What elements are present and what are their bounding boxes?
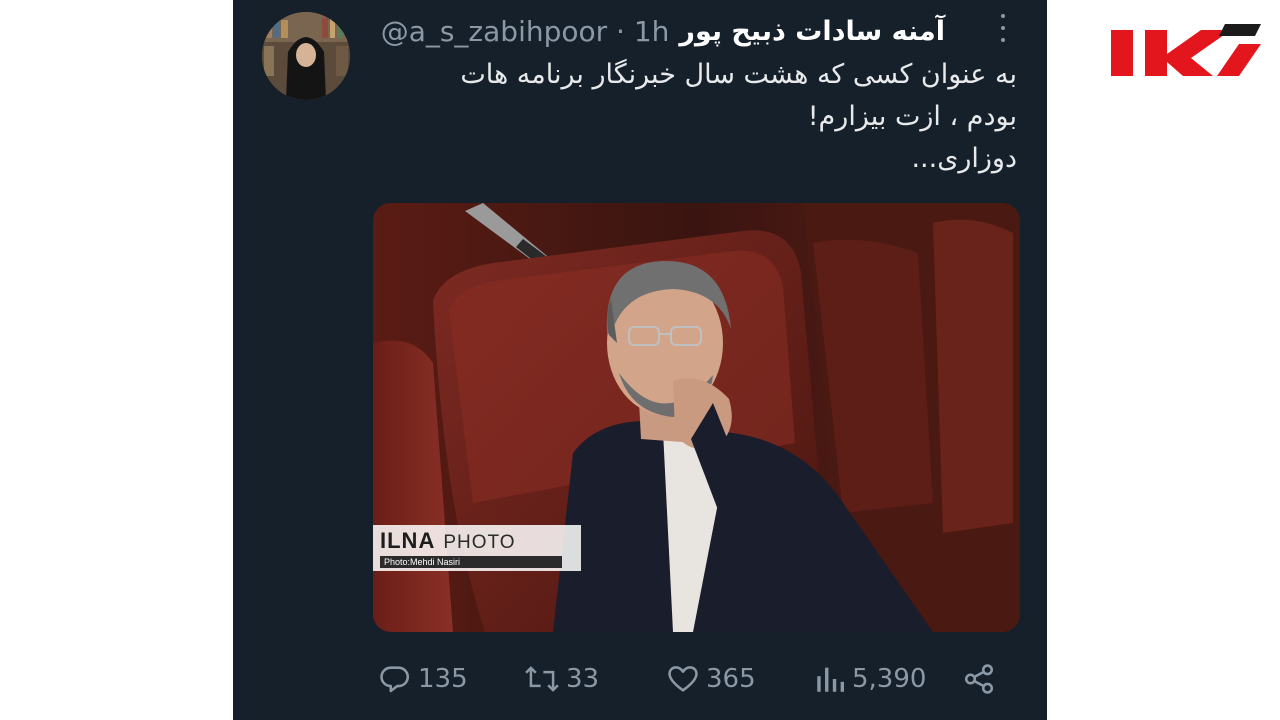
more-dots-icon[interactable]: [995, 14, 1011, 42]
watermark-credit: Photo:Mehdi Nasiri: [380, 556, 562, 568]
heart-icon: [668, 666, 698, 692]
screenshot-canvas: @a_s_zabihpoor · 1h آمنه سادات ذبیح پور …: [0, 0, 1280, 720]
watermark-brand: ILNA: [380, 528, 436, 553]
tweet-text: به عنوان کسی که هشت سال خبرنگار برنامه ه…: [377, 54, 1017, 180]
photo-watermark: ILNA PHOTO Photo:Mehdi Nasiri: [373, 525, 581, 571]
author-name[interactable]: آمنه سادات ذبیح پور: [679, 16, 945, 47]
retweet-icon: [525, 666, 559, 692]
share-button[interactable]: [962, 659, 996, 699]
tweet-text-line: به عنوان کسی که هشت سال خبرنگار برنامه ه…: [460, 59, 1017, 90]
views-bars-icon: [817, 667, 845, 692]
reply-count: 135: [418, 664, 468, 694]
share-icon: [964, 664, 994, 694]
tweet-header: @a_s_zabihpoor · 1h آمنه سادات ذبیح پور: [381, 10, 945, 52]
tweet-text-line: دوزاری...: [911, 143, 1017, 174]
reply-button[interactable]: 135: [378, 659, 468, 699]
views-button[interactable]: 5,390: [814, 659, 926, 699]
reply-bubble-icon: [380, 666, 410, 693]
author-avatar[interactable]: [262, 12, 350, 100]
rokna-logo: [1105, 16, 1265, 82]
tweet-photo[interactable]: ILNA PHOTO Photo:Mehdi Nasiri: [373, 203, 1020, 632]
tweet-card[interactable]: @a_s_zabihpoor · 1h آمنه سادات ذبیح پور …: [233, 0, 1047, 720]
like-count: 365: [706, 664, 756, 694]
retweet-count: 33: [566, 664, 600, 694]
tweet-actions: 135 33 365 5,390: [378, 659, 998, 699]
like-button[interactable]: 365: [666, 659, 756, 699]
watermark-label: PHOTO: [443, 532, 516, 553]
tweet-text-line: بودم ، ازت بیزارم!: [807, 101, 1017, 132]
views-count: 5,390: [852, 664, 927, 694]
author-handle-time[interactable]: @a_s_zabihpoor · 1h: [381, 15, 670, 48]
retweet-button[interactable]: 33: [524, 659, 599, 699]
